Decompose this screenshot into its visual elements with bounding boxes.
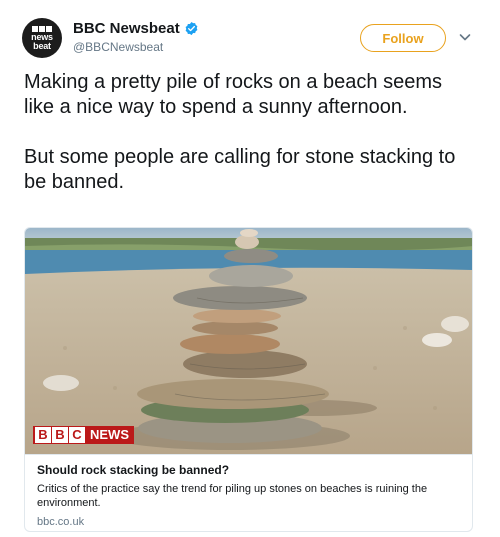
avatar-bbc-blocks xyxy=(32,25,52,32)
card-domain: bbc.co.uk xyxy=(37,516,85,528)
card-description: Critics of the practice say the trend fo… xyxy=(37,483,428,509)
tweet-header: news beat BBC Newsbeat @BBCNewsbeat Foll… xyxy=(22,18,482,62)
display-name[interactable]: BBC Newsbeat xyxy=(73,20,180,37)
verified-badge-icon xyxy=(185,21,198,36)
card-title[interactable]: Should rock stacking be banned? xyxy=(37,462,462,478)
tweet-text: Making a pretty pile of rocks on a beach… xyxy=(24,71,456,193)
link-card[interactable]: B B C NEWS Should rock stacking be banne… xyxy=(24,227,473,532)
bbc-news-logo: B B C NEWS xyxy=(33,426,134,444)
card-body[interactable]: Should rock stacking be banned? Critics … xyxy=(25,454,472,529)
chevron-down-icon[interactable] xyxy=(458,30,472,44)
account-handle[interactable]: @BBCNewsbeat xyxy=(73,40,199,54)
avatar-text-beat: beat xyxy=(33,40,51,51)
account-name-block: BBC Newsbeat @BBCNewsbeat xyxy=(73,20,199,54)
avatar[interactable]: news beat xyxy=(22,18,62,58)
stacked-stones-photo[interactable] xyxy=(25,228,473,454)
follow-button[interactable]: Follow xyxy=(360,24,446,52)
